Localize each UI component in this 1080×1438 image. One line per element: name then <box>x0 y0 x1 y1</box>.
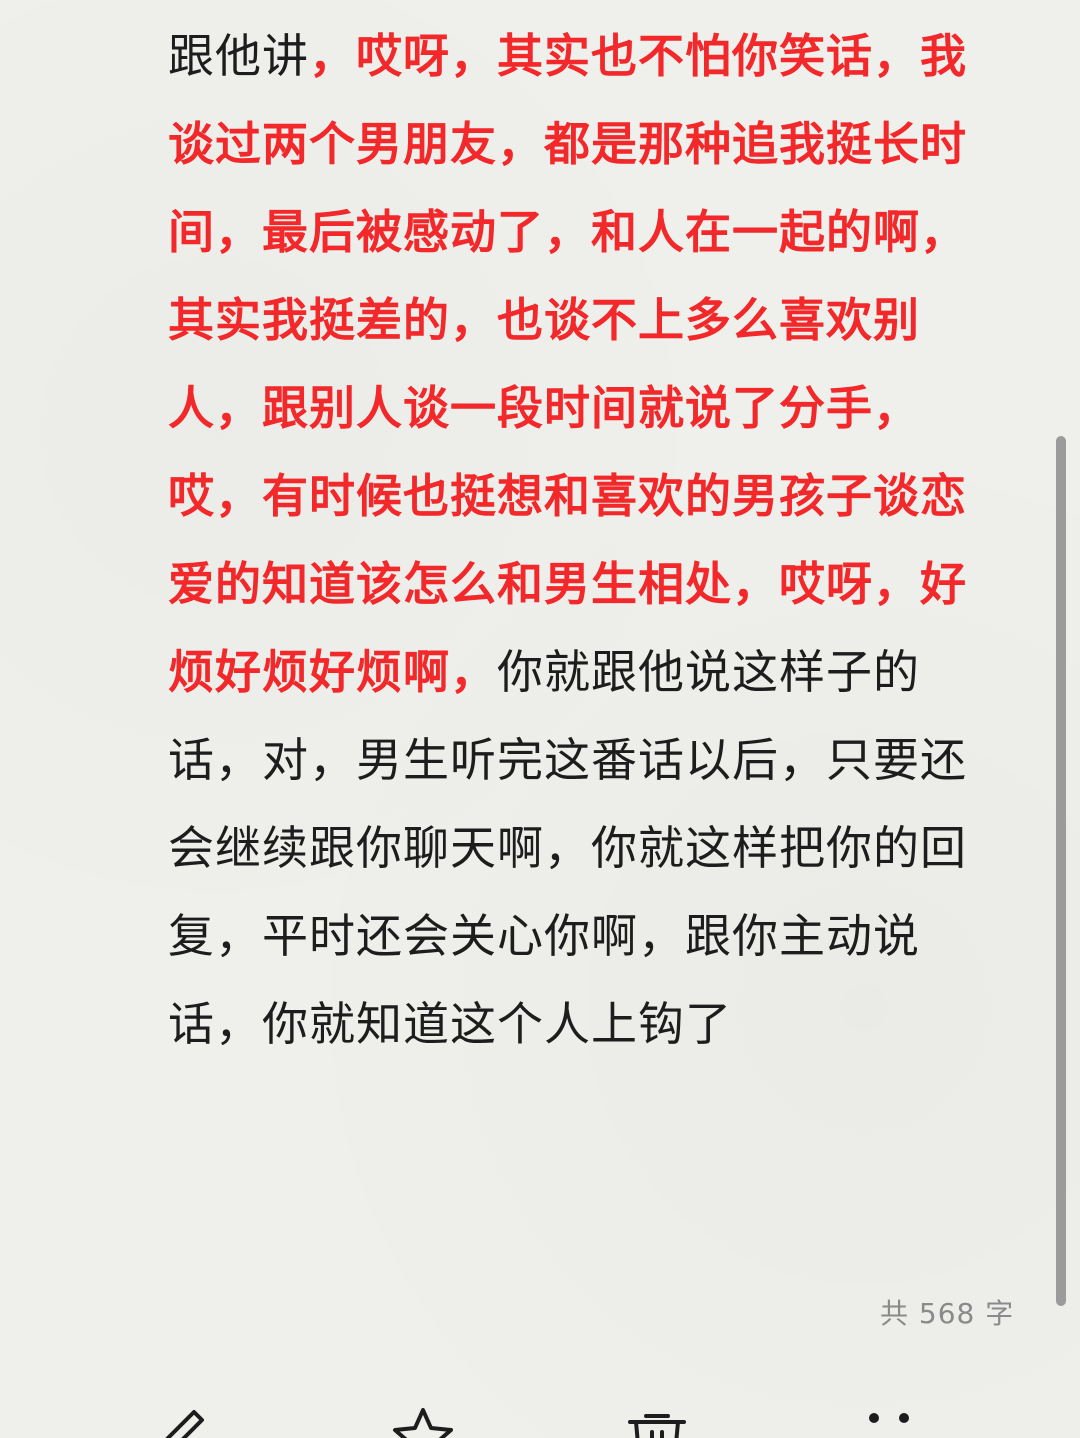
delete-icon <box>622 1406 692 1438</box>
note-content[interactable]: 跟他讲，哎呀，其实也不怕你笑话，我谈过两个男朋友，都是那种追我挺长时间，最后被感… <box>168 12 998 1068</box>
scrollbar-thumb[interactable] <box>1056 436 1066 1306</box>
note-text-segment: 跟他讲 <box>168 29 309 83</box>
edit-button[interactable] <box>150 1406 220 1438</box>
more-icon <box>852 1406 922 1438</box>
edit-icon <box>150 1406 220 1438</box>
note-highlighted-segment: ，哎呀，其实也不怕你笑话，我谈过两个男朋友，都是那种追我挺长时间，最后被感动了，… <box>168 29 967 699</box>
note-page: 跟他讲，哎呀，其实也不怕你笑话，我谈过两个男朋友，都是那种追我挺长时间，最后被感… <box>0 0 1080 1438</box>
more-button[interactable] <box>852 1406 922 1438</box>
favorite-button[interactable] <box>388 1406 458 1438</box>
note-text-segment: 你就跟他说这样子的话，对，男生听完这番话以后，只要还会继续跟你聊天啊，你就这样把… <box>168 645 967 1051</box>
star-icon <box>388 1406 458 1438</box>
delete-button[interactable] <box>622 1406 692 1438</box>
word-count: 共 568 字 <box>880 1297 1015 1330</box>
bottom-toolbar <box>0 1396 1080 1438</box>
